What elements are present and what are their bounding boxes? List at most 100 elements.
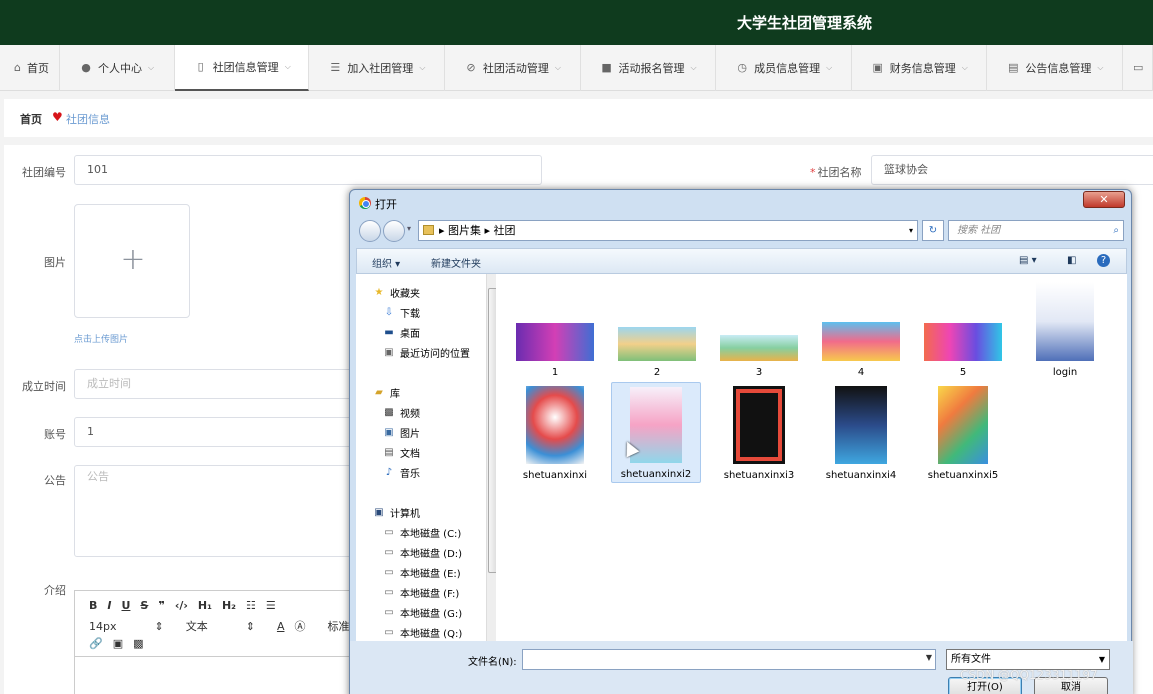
refresh-button[interactable]: ↻ [922,220,944,241]
history-dropdown-icon[interactable]: ▾ [407,224,411,233]
nav-home[interactable]: ⌂ 首页 [0,45,60,91]
organize-button[interactable]: 组织 ▾ [372,255,400,270]
nav-activity-signup[interactable]: ■ 活动报名管理 ⌵ [581,45,717,91]
dialog-toolbar: 组织 ▾ 新建文件夹 ▤ ▾ ◧ ? [356,248,1127,274]
file-item[interactable]: shetuanxinxi5 [918,386,1008,481]
h2-button[interactable]: H₂ [222,599,236,612]
file-item-selected[interactable]: shetuanxinxi2 [611,382,701,483]
forward-button[interactable] [383,220,405,242]
tree-library[interactable]: ▰ 库 [372,385,400,401]
tree-desktop[interactable]: ▬ 桌面 [382,325,420,341]
file-item[interactable]: login [1020,282,1110,378]
tree-drive[interactable]: ▭ 本地磁盘 (D:) [382,545,462,561]
file-thumbnail [618,327,696,361]
tree-recent[interactable]: ▣ 最近访问的位置 [382,345,470,361]
tree-documents[interactable]: ▤ 文档 [382,445,420,461]
chevron-down-icon: ⌵ [1097,63,1104,72]
chevron-down-icon[interactable]: ▼ [926,653,932,662]
search-icon: ⌕ [1113,225,1119,236]
filename-input[interactable]: ▼ [522,649,936,670]
nav-club-activity[interactable]: ⊘ 社团活动管理 ⌵ [445,45,581,91]
back-button[interactable] [359,220,381,242]
club-name-input[interactable]: 篮球协会 [871,155,1153,185]
notice-label: 公告 [44,474,66,487]
intro-label: 介绍 [44,584,66,597]
h1-button[interactable]: H₁ [198,599,212,612]
view-options-icon[interactable]: ▤ ▾ [1019,255,1037,266]
tree-drive[interactable]: ▭ 本地磁盘 (E:) [382,565,460,581]
file-item[interactable]: 2 [612,327,702,378]
path-breadcrumb[interactable]: ▸ 图片集 ▸ 社团 ▾ [418,220,918,241]
tree-drive[interactable]: ▭ 本地磁盘 (F:) [382,585,459,601]
chevron-down-icon: ⌵ [419,63,426,72]
document-folder-icon: ▤ [384,446,394,458]
video-icon[interactable]: ▩ [133,637,143,650]
file-item[interactable]: 5 [918,323,1008,378]
close-button[interactable]: ✕ [1083,191,1125,208]
user-icon: ● [81,61,91,74]
file-thumbnail [720,335,798,361]
search-input[interactable]: 搜索 社团 ⌕ [948,220,1124,241]
underline-button[interactable]: U [121,599,130,612]
recent-places-icon: ▣ [384,346,394,358]
preview-pane-icon[interactable]: ◧ [1067,255,1076,266]
nav-club-info[interactable]: ▯ 社团信息管理 ⌵ [174,45,310,91]
file-thumbnail [924,323,1002,361]
library-icon: ▰ [375,386,383,398]
tree-music[interactable]: ♪ 音乐 [382,465,420,481]
help-icon[interactable]: ? [1097,254,1110,267]
briefcase-icon: ■ [601,61,612,74]
tree-pictures[interactable]: ▣ 图片 [382,425,420,441]
tree-drive[interactable]: ▭ 本地磁盘 (Q:) [382,625,462,641]
chrome-icon [359,197,371,209]
nav-member-info[interactable]: ◷ 成员信息管理 ⌵ [716,45,852,91]
new-folder-button[interactable]: 新建文件夹 [431,255,481,270]
breadcrumb-home[interactable]: 首页 [20,111,42,127]
font-color-icon[interactable]: A [277,620,285,633]
file-item[interactable]: shetuanxinxi [510,386,600,481]
file-item[interactable]: 1 [510,323,600,378]
tree-favorites[interactable]: ★ 收藏夹 [372,285,420,301]
nav-join-club[interactable]: ☰ 加入社团管理 ⌵ [309,45,445,91]
path-segment[interactable]: 图片集 [448,224,481,237]
bold-button[interactable]: B [89,599,97,612]
file-item[interactable]: shetuanxinxi4 [816,386,906,481]
tree-computer[interactable]: ▣ 计算机 [372,505,420,521]
path-dropdown-icon[interactable]: ▾ [909,221,913,240]
rich-text-editor[interactable]: B I U S ❞ ‹/› H₁ H₂ ☷ ☰ 14px ⇕ 文本 ⇕ A Ⓐ … [74,590,364,694]
nav-personal[interactable]: ● 个人中心 ⌵ [60,45,175,91]
image-icon[interactable]: ▣ [113,637,123,650]
link-icon[interactable]: 🔗 [89,637,103,650]
font-size-select[interactable]: 14px [89,620,117,633]
text-type-select[interactable]: 文本 [186,618,208,634]
tree-videos[interactable]: ▩ 视频 [382,405,420,421]
date-input[interactable]: 成立时间 [74,369,364,399]
upload-hint: 点击上传图片 [74,335,129,345]
italic-button[interactable]: I [107,599,111,612]
filetype-select[interactable]: 所有文件 ▼ [946,649,1110,670]
dialog-titlebar[interactable]: 打开 ✕ [350,190,1131,216]
quote-icon[interactable]: ❞ [158,599,164,612]
code-icon[interactable]: ‹/› [175,599,188,612]
nav-more[interactable]: ▭ [1123,45,1153,91]
notice-textarea[interactable]: 公告 [74,465,364,557]
bullet-list-icon[interactable]: ☰ [266,599,276,612]
image-upload[interactable]: + [74,204,190,318]
breadcrumb: 首页 ♥ 社团信息 [4,99,1153,137]
club-id-input[interactable]: 101 [74,155,542,185]
file-thumbnail [938,386,988,464]
account-input[interactable]: 1 [74,417,364,447]
file-item[interactable]: shetuanxinxi3 [714,386,804,481]
path-segment[interactable]: 社团 [494,224,516,237]
file-thumbnail [822,322,900,361]
strike-button[interactable]: S [140,599,148,612]
file-item[interactable]: 3 [714,335,804,378]
nav-notice-info[interactable]: ▤ 公告信息管理 ⌵ [987,45,1123,91]
nav-finance-info[interactable]: ▣ 财务信息管理 ⌵ [852,45,988,91]
file-item[interactable]: 4 [816,322,906,378]
ordered-list-icon[interactable]: ☷ [246,599,256,612]
bg-color-icon[interactable]: Ⓐ [294,618,305,634]
tree-downloads[interactable]: ⇩ 下载 [382,305,420,321]
tree-drive[interactable]: ▭ 本地磁盘 (C:) [382,525,461,541]
tree-drive[interactable]: ▭ 本地磁盘 (G:) [382,605,462,621]
